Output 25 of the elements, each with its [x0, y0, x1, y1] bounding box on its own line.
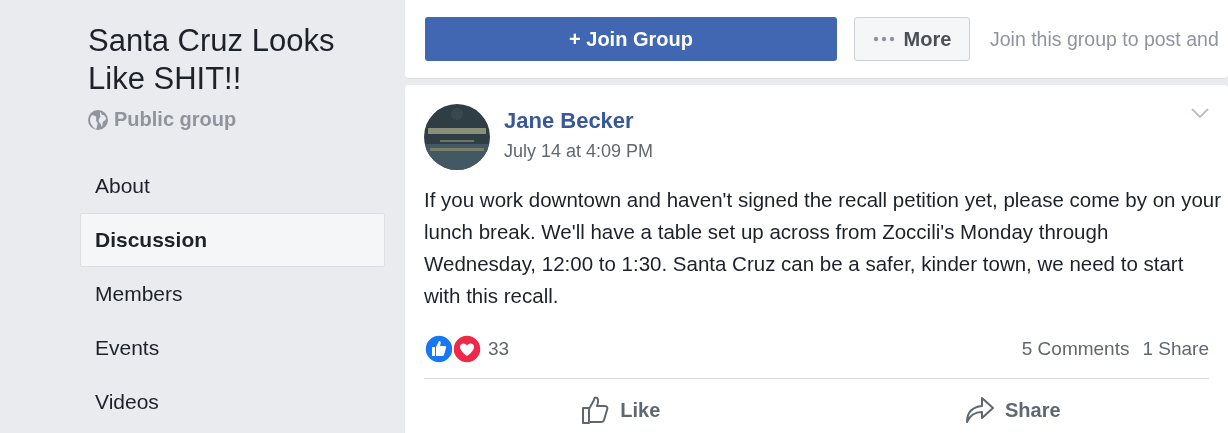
privacy-label: Public group	[114, 108, 237, 131]
like-reaction-icon	[424, 334, 454, 364]
dots-icon	[872, 36, 895, 42]
share-button[interactable]: Share	[816, 379, 1209, 433]
more-button[interactable]: More	[854, 17, 970, 61]
post-text: If you work downtown and haven't signed the recall petition yet, please come by on your lunch break. We'll have a table set up across from Zoccili's Monday through Wednesday, 12:00 to 1:30. Santa Cruz can be a safer, kinder town, we need to start with this recall.	[424, 187, 1223, 309]
join-group-button[interactable]: + Join Group	[425, 17, 837, 61]
nav-item[interactable]: Events	[80, 321, 385, 375]
like-button[interactable]: Like	[424, 379, 817, 433]
share-arrow-icon	[964, 396, 995, 424]
nav-item[interactable]: Members	[80, 267, 385, 321]
shares-count[interactable]: 1 Share	[1142, 338, 1209, 360]
group-title: Santa Cruz Looks Like SHIT!!	[87, 22, 336, 98]
globe-icon	[88, 109, 108, 130]
author-name[interactable]: Jane Becker	[504, 108, 1191, 134]
chevron-down-icon[interactable]	[1191, 108, 1209, 118]
nav-item[interactable]: Discussion	[80, 213, 385, 267]
nav-item[interactable]: About	[80, 159, 385, 213]
post-time[interactable]: July 14 at 4:09 PM	[504, 141, 1191, 162]
reaction-count[interactable]: 33	[488, 338, 510, 360]
nav-item[interactable]: Videos	[80, 375, 385, 429]
love-reaction-icon	[452, 334, 482, 364]
join-hint: Join this group to post and	[990, 27, 1219, 51]
comments-count[interactable]: 5 Comments	[1021, 338, 1130, 360]
thumbs-up-icon	[580, 395, 611, 425]
